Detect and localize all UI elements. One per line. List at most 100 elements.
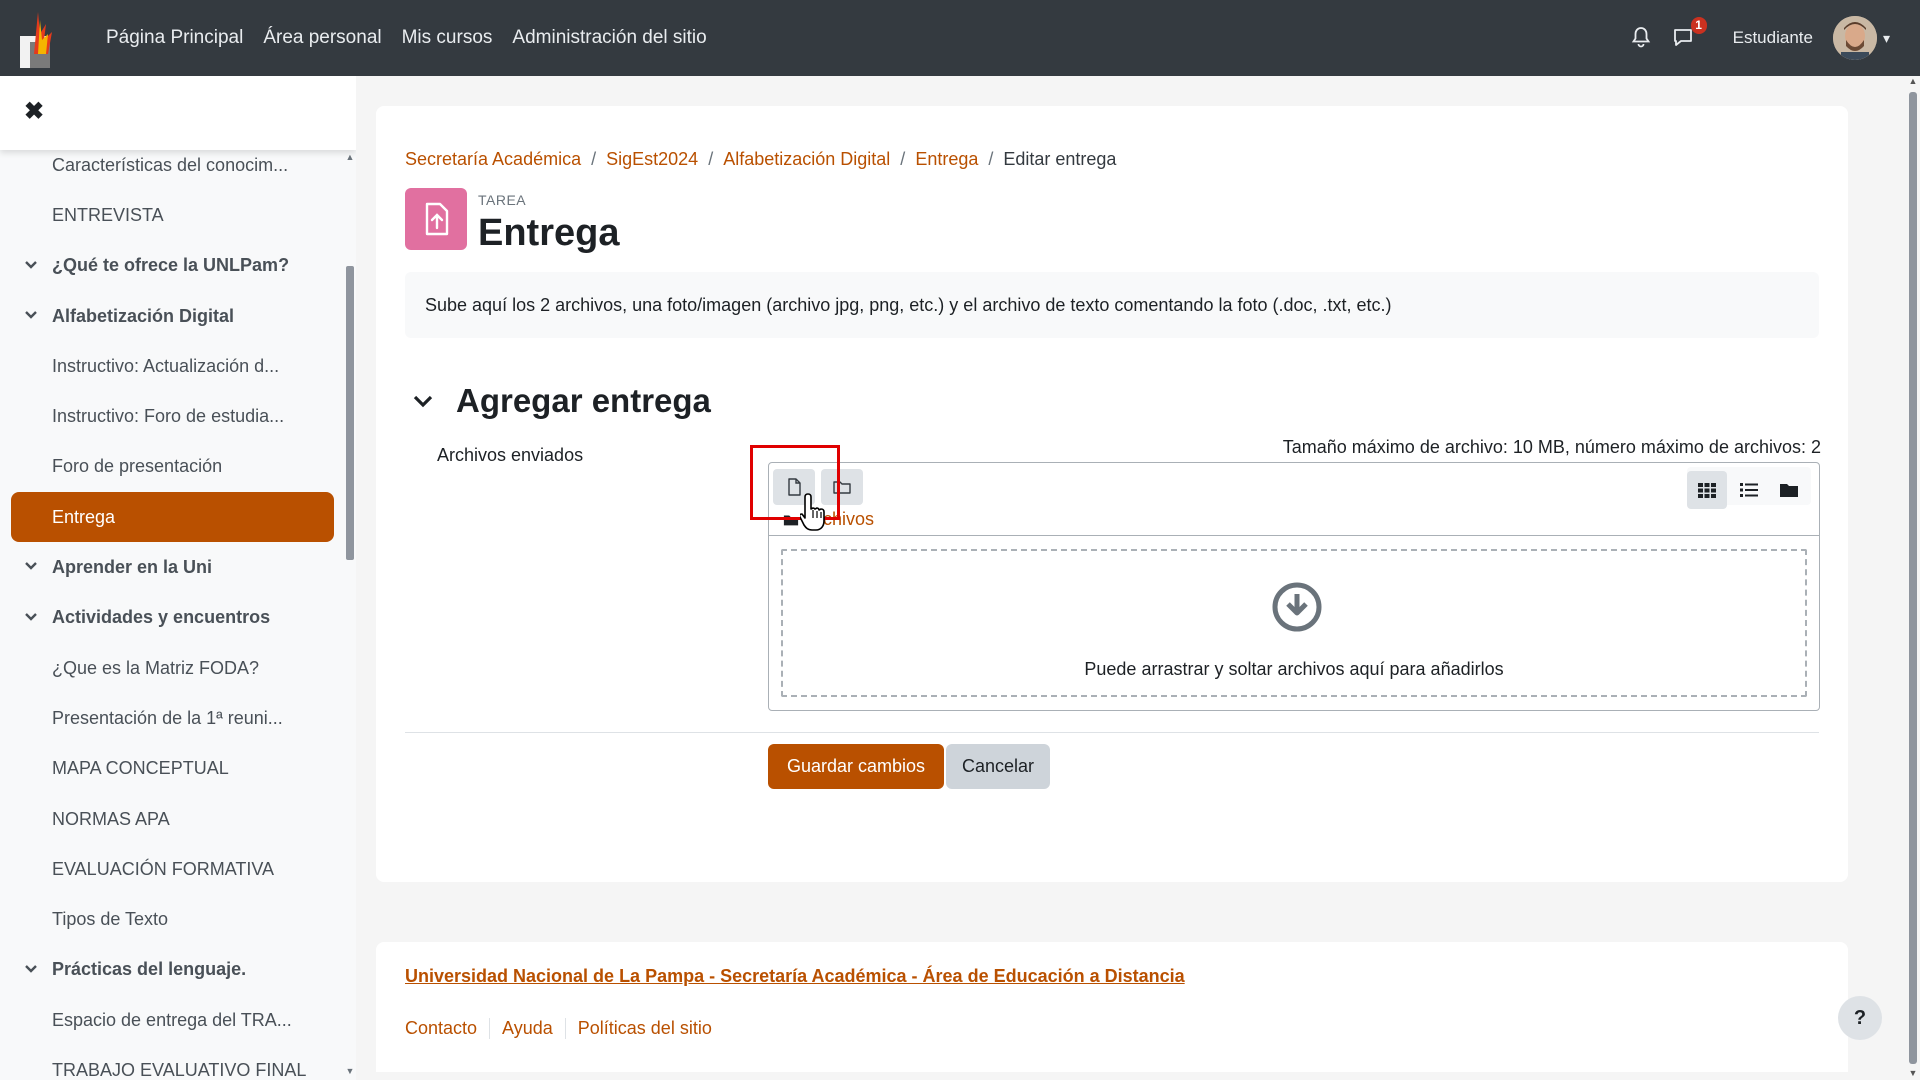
- view-list-button[interactable]: [1729, 471, 1769, 509]
- footer-institution-link[interactable]: Universidad Nacional de La Pampa - Secre…: [405, 966, 1185, 987]
- sidebar-item-label: ENTREVISTA: [52, 204, 164, 225]
- sidebar-item[interactable]: Tipos de Texto: [0, 894, 345, 944]
- nav-dashboard[interactable]: Área personal: [263, 27, 381, 49]
- user-name[interactable]: Estudiante: [1733, 28, 1813, 48]
- footer-link-help[interactable]: Ayuda: [489, 1018, 565, 1039]
- scroll-down-arrow[interactable]: ▼: [1906, 1068, 1920, 1078]
- sidebar-item-label: Entrega: [52, 506, 116, 527]
- sidebar-item-label: Características del conocim...: [52, 154, 289, 175]
- sidebar-item-label: Espacio de entrega del TRA...: [52, 1009, 292, 1030]
- breadcrumb-separator: /: [591, 149, 597, 169]
- chat-icon[interactable]: 1: [1671, 17, 1707, 51]
- sidebar-item-active[interactable]: Entrega: [11, 492, 334, 543]
- download-arrow-icon: [1272, 582, 1322, 632]
- main-content: Secretaría Académica / SigEst2024 / Alfa…: [376, 106, 1848, 882]
- cancel-button[interactable]: Cancelar: [946, 744, 1050, 789]
- footer-link-policies[interactable]: Políticas del sitio: [564, 1018, 724, 1039]
- scroll-down-arrow[interactable]: ▼: [345, 1066, 355, 1076]
- breadcrumb-separator: /: [708, 149, 714, 169]
- nav-site-admin[interactable]: Administración del sitio: [512, 27, 706, 49]
- breadcrumb: Secretaría Académica / SigEst2024 / Alfa…: [405, 149, 1116, 170]
- footer-link-contact[interactable]: Contacto: [405, 1018, 489, 1039]
- chevron-down-icon[interactable]: ▾: [1883, 30, 1890, 47]
- max-file-size-info: Tamaño máximo de archivo: 10 MB, número …: [1282, 437, 1821, 457]
- sidebar-item-label: TRABAJO EVALUATIVO FINAL: [52, 1059, 307, 1080]
- sidebar-item[interactable]: Instructivo: Actualización d...: [0, 341, 345, 391]
- drop-zone-text: Puede arrastrar y soltar archivos aquí p…: [1084, 659, 1504, 679]
- breadcrumb-link[interactable]: SigEst2024: [606, 149, 698, 170]
- assignment-icon: [405, 188, 467, 250]
- nav-home[interactable]: Página Principal: [106, 27, 243, 49]
- sidebar-item[interactable]: TRABAJO EVALUATIVO FINAL: [0, 1045, 345, 1080]
- sidebar-item[interactable]: Foro de presentación: [0, 442, 345, 492]
- drop-zone[interactable]: Puede arrastrar y soltar archivos aquí p…: [781, 549, 1807, 697]
- view-mode-group: [1687, 467, 1811, 509]
- sidebar-item-label: MAPA CONCEPTUAL: [52, 758, 229, 779]
- sidebar-section[interactable]: Aprender en la Uni: [0, 542, 345, 592]
- page-title: Entrega: [478, 212, 620, 254]
- avatar[interactable]: [1832, 16, 1877, 60]
- sidebar-item[interactable]: Presentación de la 1ª reuni...: [0, 693, 345, 743]
- page-scrollbar-thumb[interactable]: [1909, 92, 1917, 1064]
- top-navbar: Página Principal Área personal Mis curso…: [0, 0, 1920, 76]
- section-title: Agregar entrega: [456, 382, 711, 419]
- close-icon[interactable]: ✖: [24, 100, 44, 124]
- sidebar-section-label: Aprender en la Uni: [52, 557, 213, 578]
- nav-my-courses[interactable]: Mis cursos: [402, 27, 493, 49]
- sidebar-section[interactable]: Alfabetización Digital: [0, 291, 345, 341]
- sidebar-section[interactable]: Prácticas del lenguaje.: [0, 945, 345, 995]
- scroll-up-arrow[interactable]: ▲: [345, 152, 355, 162]
- chevron-down-icon[interactable]: [24, 258, 38, 272]
- chevron-down-icon[interactable]: [24, 308, 38, 322]
- sidebar-item[interactable]: NORMAS APA: [0, 794, 345, 844]
- sidebar-item-label: Tipos de Texto: [52, 909, 169, 930]
- sidebar-item[interactable]: Instructivo: Foro de estudia...: [0, 391, 345, 441]
- page-scrollbar[interactable]: ▲ ▼: [1906, 76, 1920, 1080]
- sidebar-section-label: Actividades y encuentros: [52, 607, 271, 628]
- breadcrumb-separator: /: [988, 149, 994, 169]
- sidebar-section[interactable]: Actividades y encuentros: [0, 593, 345, 643]
- sidebar-item-label: Instructivo: Foro de estudia...: [52, 406, 285, 427]
- activity-description: Sube aquí los 2 archivos, una foto/image…: [405, 272, 1819, 338]
- grid-icon: [1698, 483, 1716, 498]
- chevron-down-icon[interactable]: [412, 390, 434, 412]
- breadcrumb-current: Editar entrega: [1003, 149, 1117, 169]
- chevron-down-icon[interactable]: [24, 962, 38, 976]
- sidebar-item[interactable]: ENTREVISTA: [0, 190, 345, 240]
- sidebar-item-label: Foro de presentación: [52, 456, 223, 477]
- sidebar-item-label: Instructivo: Actualización d...: [52, 355, 280, 376]
- sidebar-item[interactable]: Espacio de entrega del TRA...: [0, 995, 345, 1045]
- folder-icon: [1780, 484, 1798, 497]
- sidebar-item-label: ¿Que es la Matriz FODA?: [52, 657, 260, 678]
- breadcrumb-link[interactable]: Entrega: [915, 149, 978, 170]
- sidebar-item-label: NORMAS APA: [52, 808, 170, 829]
- help-button[interactable]: ?: [1838, 996, 1882, 1040]
- list-icon: [1740, 483, 1758, 497]
- hand-cursor-icon: [800, 493, 825, 531]
- description-text: Sube aquí los 2 archivos, una foto/image…: [425, 294, 1392, 315]
- sidebar-item-label: EVALUACIÓN FORMATIVA: [52, 858, 275, 879]
- view-icons-button[interactable]: [1687, 471, 1727, 509]
- collapsible-section-header[interactable]: Agregar entrega: [412, 382, 711, 420]
- sidebar-item-label: Presentación de la 1ª reuni...: [52, 707, 283, 728]
- sidebar-section-label: Prácticas del lenguaje.: [52, 959, 247, 980]
- breadcrumb-link[interactable]: Alfabetización Digital: [723, 149, 890, 170]
- breadcrumb-link[interactable]: Secretaría Académica: [405, 149, 581, 170]
- sidebar-section[interactable]: ¿Qué te ofrece la UNLPam?: [0, 241, 345, 291]
- save-changes-button[interactable]: Guardar cambios: [768, 744, 944, 789]
- sidebar-item[interactable]: MAPA CONCEPTUAL: [0, 744, 345, 794]
- footer-links: Contacto Ayuda Políticas del sitio: [405, 1018, 724, 1039]
- scroll-up-arrow[interactable]: ▲: [1906, 76, 1920, 86]
- sidebar-section-label: Alfabetización Digital: [52, 305, 235, 326]
- chevron-down-icon[interactable]: [24, 610, 38, 624]
- messages-badge: 1: [1690, 17, 1707, 34]
- sidebar-item[interactable]: EVALUACIÓN FORMATIVA: [0, 844, 345, 894]
- activity-type: TAREA: [478, 192, 527, 208]
- sidebar-item[interactable]: ¿Que es la Matriz FODA?: [0, 643, 345, 693]
- sidebar-scrollbar-thumb[interactable]: [346, 266, 354, 560]
- files-field-label: Archivos enviados: [437, 445, 584, 465]
- view-tree-button[interactable]: [1769, 471, 1809, 509]
- site-logo[interactable]: [18, 10, 60, 70]
- bell-icon[interactable]: [1629, 25, 1655, 51]
- chevron-down-icon[interactable]: [24, 559, 38, 573]
